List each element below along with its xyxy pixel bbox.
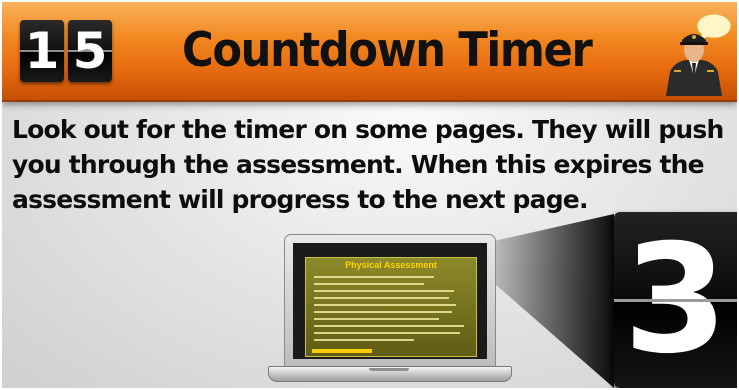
laptop-lid: Physical Assessment — [284, 234, 496, 368]
laptop-screen: Physical Assessment — [293, 243, 487, 359]
big-countdown-digit: 3 — [614, 212, 737, 388]
page-title: Countdown Timer — [182, 23, 593, 78]
slide: 1 5 Countdown Timer Look out for the tim… — [2, 2, 737, 388]
header-bar: 1 5 Countdown Timer — [2, 2, 737, 102]
pilot-avatar-icon — [666, 13, 732, 96]
screen-content-panel: Physical Assessment — [305, 257, 477, 357]
laptop-base — [268, 366, 512, 382]
screen-title: Physical Assessment — [345, 260, 437, 270]
screen-progress-bar — [312, 349, 372, 353]
timer-digit-tens: 1 — [20, 20, 64, 82]
instructions-text: Look out for the timer on some pages. Th… — [12, 115, 724, 214]
timer-digit-ones: 5 — [68, 20, 112, 82]
laptop-illustration: Physical Assessment — [268, 234, 512, 384]
